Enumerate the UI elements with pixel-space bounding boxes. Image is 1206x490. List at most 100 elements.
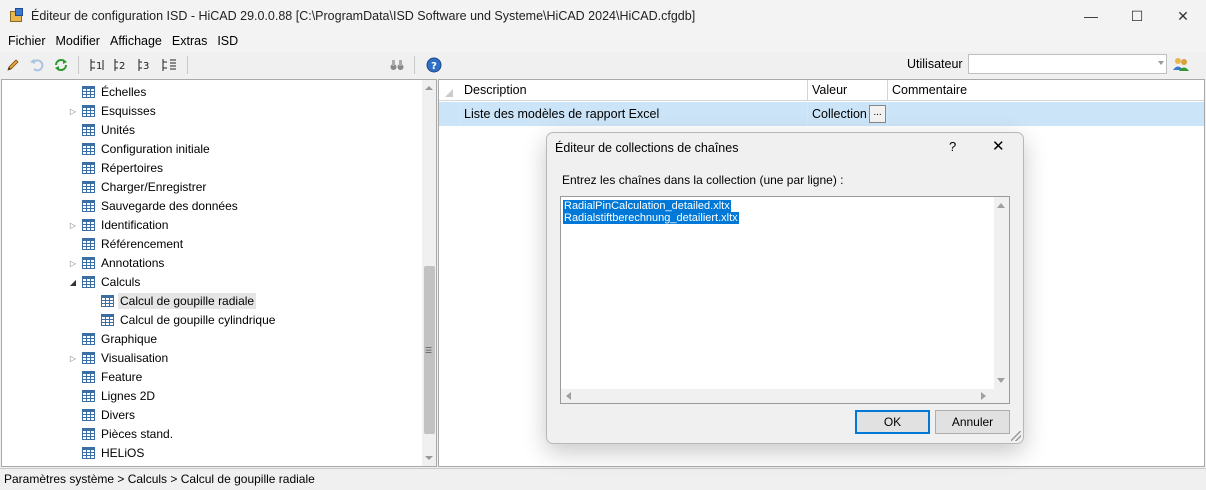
- tree-item[interactable]: Configuration initiale: [82, 139, 212, 158]
- table-icon: [82, 161, 95, 174]
- expand-arrow-icon[interactable]: ▷: [68, 106, 78, 116]
- column-header-comment[interactable]: Commentaire: [888, 80, 1204, 101]
- tree-item-label: Pièces stand.: [101, 426, 174, 441]
- table-icon: [82, 237, 95, 250]
- column-header-value[interactable]: Valeur: [808, 80, 888, 101]
- binoculars-icon[interactable]: [386, 54, 408, 76]
- help-icon[interactable]: ?: [423, 54, 445, 76]
- maximize-icon[interactable]: ☐: [1114, 0, 1160, 32]
- table-icon: [101, 294, 114, 307]
- table-icon: [82, 104, 95, 117]
- table-row[interactable]: Liste des modèles de rapport Excel Colle…: [439, 102, 1204, 126]
- scroll-left-icon[interactable]: [566, 392, 571, 400]
- level-1-icon[interactable]: 1: [87, 54, 109, 76]
- grip-icon: ☰: [425, 346, 433, 355]
- expand-arrow-icon[interactable]: ▷: [68, 258, 78, 268]
- close-icon[interactable]: ✕: [1160, 0, 1206, 32]
- table-icon: [82, 427, 95, 440]
- pencil-icon[interactable]: [2, 54, 24, 76]
- level-all-icon[interactable]: [159, 54, 181, 76]
- edit-collection-button[interactable]: ...: [869, 105, 886, 123]
- tree-item[interactable]: Échelles: [82, 82, 148, 101]
- table-icon: [82, 275, 95, 288]
- resize-grip-icon[interactable]: [1011, 431, 1021, 441]
- scroll-down-icon[interactable]: [425, 456, 433, 460]
- table-icon: [82, 256, 95, 269]
- scroll-up-icon[interactable]: [425, 86, 433, 90]
- tree-item-selected[interactable]: Calcul de goupille radiale: [101, 291, 257, 310]
- collection-textarea[interactable]: RadialPinCalculation_detailed.xltx Radia…: [560, 196, 1010, 404]
- tree-item[interactable]: Divers: [82, 405, 137, 424]
- table-icon: [82, 332, 95, 345]
- tree-item[interactable]: Esquisses: [82, 101, 158, 120]
- tree-item[interactable]: Référencement: [82, 234, 185, 253]
- tree-item-label: Annotations: [101, 255, 165, 270]
- tree-item[interactable]: Lignes 2D: [82, 386, 157, 405]
- ok-button[interactable]: OK: [855, 410, 930, 434]
- cancel-button[interactable]: Annuler: [935, 410, 1010, 434]
- tree-scrollbar[interactable]: ☰: [422, 80, 436, 466]
- menu-isd[interactable]: ISD: [212, 32, 243, 52]
- menu-extras[interactable]: Extras: [167, 32, 212, 52]
- menu-fichier[interactable]: Fichier: [3, 32, 51, 52]
- tree-item[interactable]: Pièces stand.: [82, 424, 175, 443]
- tree-item-label: HELiOS: [101, 445, 145, 460]
- tree-item-label: Configuration initiale: [101, 141, 210, 156]
- table-icon: [82, 218, 95, 231]
- tree-item[interactable]: Répertoires: [82, 158, 165, 177]
- tree-item[interactable]: Calculs: [82, 272, 142, 291]
- table-icon: [82, 370, 95, 383]
- tree-item-label: Échelles: [101, 84, 147, 99]
- svg-text:3: 3: [143, 61, 149, 72]
- row-selector: [439, 102, 460, 126]
- vertical-scrollbar[interactable]: [994, 197, 1009, 389]
- users-icon[interactable]: [1172, 55, 1190, 73]
- tree-item-label: Sauvegarde des données: [101, 198, 238, 213]
- column-header-description[interactable]: Description: [460, 80, 808, 101]
- user-dropdown[interactable]: [968, 54, 1167, 74]
- cell-comment[interactable]: [888, 102, 1204, 126]
- refresh-icon[interactable]: [50, 54, 72, 76]
- tree-item-label: Feature: [101, 369, 143, 384]
- tree-item[interactable]: Visualisation: [82, 348, 170, 367]
- scroll-up-icon[interactable]: [997, 203, 1005, 208]
- tree-item[interactable]: Graphique: [82, 329, 159, 348]
- tree-item-label: Calculs: [101, 274, 141, 289]
- tree-item[interactable]: HELiOS: [82, 443, 146, 462]
- tree-item[interactable]: Calcul de goupille cylindrique: [101, 310, 277, 329]
- scroll-corner: [994, 389, 1009, 403]
- level-3-icon[interactable]: 3: [135, 54, 157, 76]
- close-icon[interactable]: ✕: [992, 137, 1005, 155]
- minimize-icon[interactable]: —: [1068, 0, 1114, 32]
- expand-arrow-icon[interactable]: ▷: [68, 220, 78, 230]
- menu-modifier[interactable]: Modifier: [51, 32, 105, 52]
- tree-item-label: Référencement: [101, 236, 184, 251]
- tree-item[interactable]: Sauvegarde des données: [82, 196, 240, 215]
- table-icon: [82, 351, 95, 364]
- tree-item[interactable]: Identification: [82, 215, 170, 234]
- toolbar-separator: [78, 56, 79, 74]
- tree-item[interactable]: Feature: [82, 367, 144, 386]
- expand-arrow-icon[interactable]: ▷: [68, 353, 78, 363]
- scroll-down-icon[interactable]: [997, 378, 1005, 383]
- tree-item-label: Divers: [101, 407, 136, 422]
- horizontal-scrollbar[interactable]: [561, 389, 994, 403]
- menu-affichage[interactable]: Affichage: [105, 32, 167, 52]
- scroll-right-icon[interactable]: [981, 392, 986, 400]
- level-2-icon[interactable]: 2: [111, 54, 133, 76]
- svg-text:?: ?: [431, 61, 437, 72]
- table-icon: [82, 123, 95, 136]
- tree-item[interactable]: Annotations: [82, 253, 166, 272]
- undo-icon[interactable]: [26, 54, 48, 76]
- grid-header: Description Valeur Commentaire: [439, 80, 1204, 101]
- sort-corner-icon: [439, 80, 460, 101]
- tree-item-label: Charger/Enregistrer: [101, 179, 207, 194]
- table-icon: [82, 180, 95, 193]
- text-line: Radialstiftberechnung_detailiert.xltx: [563, 212, 739, 224]
- window-controls: — ☐ ✕: [1068, 0, 1206, 32]
- help-icon[interactable]: ?: [949, 139, 956, 154]
- tree-item[interactable]: Charger/Enregistrer: [82, 177, 208, 196]
- svg-text:2: 2: [119, 61, 125, 72]
- tree-item[interactable]: Unités: [82, 120, 137, 139]
- collapse-arrow-icon[interactable]: ◢: [68, 277, 78, 287]
